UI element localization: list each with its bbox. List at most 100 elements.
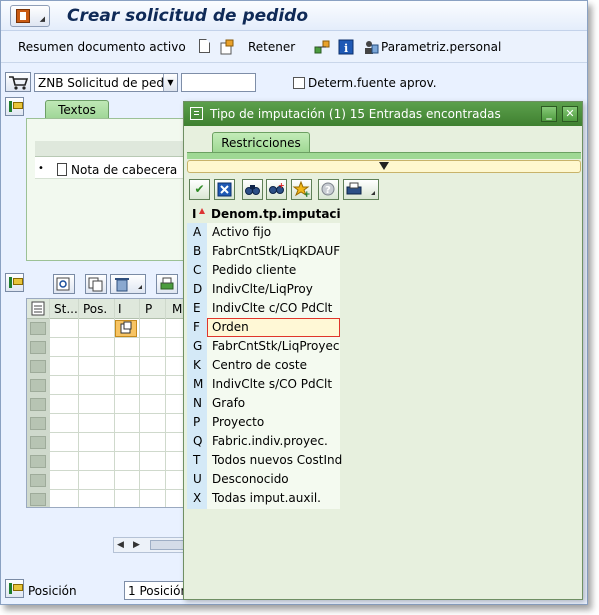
dialog-toolbar: ✔ + + ? (187, 177, 581, 202)
list-item[interactable]: Q Fabric.indiv.proyec. (187, 432, 340, 451)
new-document-icon[interactable] (199, 39, 210, 53)
row-selector[interactable] (30, 341, 46, 354)
personal-settings-button[interactable]: Parametriz.personal (381, 40, 501, 54)
list-item-name: Grafo (212, 396, 246, 410)
column-position[interactable]: Pos. (83, 302, 107, 316)
column-status[interactable]: St... (54, 302, 78, 316)
determine-source-checkbox[interactable] (293, 77, 305, 89)
row-selector[interactable] (30, 493, 46, 506)
document-number-input[interactable] (181, 73, 256, 92)
position-select[interactable]: 1 Posición (124, 581, 188, 600)
list-item-name: FabrCntStk/LiqKDAUF (212, 244, 341, 258)
position-area: Posición 1 Posición (1, 576, 188, 604)
list-item[interactable]: D IndivClte/LiqProy (187, 280, 340, 299)
scroll-right-icon[interactable]: ▶ (133, 540, 140, 550)
list-item[interactable]: B FabrCntStk/LiqKDAUF (187, 242, 340, 261)
info-icon[interactable]: i (338, 39, 354, 55)
list-item-key: X (193, 491, 202, 505)
list-item-key: Q (193, 434, 203, 448)
find-next-icon[interactable]: + (266, 179, 287, 200)
horizontal-scrollbar[interactable]: ◀ ▶ (113, 537, 188, 553)
row-selector[interactable] (30, 455, 46, 468)
dialog-menu-icon[interactable] (190, 107, 203, 120)
cancel-icon[interactable] (214, 179, 235, 200)
list-item-key: A (193, 225, 202, 239)
open-document-icon[interactable] (219, 39, 235, 55)
svg-text:+: + (303, 190, 311, 199)
confirm-check-icon[interactable]: ✔ (189, 179, 210, 200)
delete-item-icon[interactable] (110, 274, 146, 294)
column-key-header[interactable]: I (192, 207, 196, 221)
list-item-name: Activo fijo (212, 225, 272, 239)
column-name-header[interactable]: Denom.tp.imputaci (211, 207, 341, 221)
row-selector[interactable] (30, 398, 46, 411)
list-item[interactable]: E IndivClte c/CO PdClt (187, 299, 340, 318)
list-item-name: IndivClte c/CO PdClt (212, 301, 333, 315)
list-item-name: FabrCntStk/LiqProyec (212, 339, 340, 353)
list-item[interactable]: U Desconocido (187, 470, 340, 489)
org-structure-icon[interactable] (314, 39, 330, 55)
expand-header-icon[interactable] (5, 97, 24, 116)
tab-restricciones[interactable]: Restricciones (212, 132, 310, 152)
add-favorite-icon[interactable]: + (291, 179, 312, 200)
list-item[interactable]: F Orden (187, 318, 340, 337)
details-icon[interactable] (53, 274, 75, 294)
list-item-key: P (193, 415, 201, 429)
help-icon[interactable]: ? (318, 179, 339, 200)
minimize-icon[interactable]: _ (541, 106, 557, 122)
list-item[interactable]: N Grafo (187, 394, 340, 413)
svg-text:+: + (278, 181, 285, 190)
list-item[interactable]: K Centro de coste (187, 356, 340, 375)
list-item-key: D (193, 282, 203, 296)
list-item-key: U (193, 472, 202, 486)
chevron-down-icon[interactable]: ▼ (163, 74, 177, 91)
list-item[interactable]: X Todas imput.auxil. (187, 489, 340, 508)
account-assignment-cell-active[interactable] (115, 320, 137, 337)
cart-icon[interactable] (5, 72, 31, 92)
row-selector[interactable] (30, 379, 46, 392)
document-type-select[interactable]: ZNB Solicitud de pedi... ▼ (34, 73, 178, 92)
list-item[interactable]: G FabrCntStk/LiqProyec (187, 337, 340, 356)
triangle-down-icon[interactable] (379, 162, 389, 170)
header-note-label[interactable]: Nota de cabecera (71, 163, 177, 177)
dialog-title-bar: Tipo de imputación (1) 15 Entradas encon… (184, 102, 582, 126)
row-selector[interactable] (30, 474, 46, 487)
page-title: Crear solicitud de pedido (67, 6, 308, 26)
find-binoculars-icon[interactable] (242, 179, 263, 200)
column-item-category[interactable]: P (145, 302, 152, 316)
list-item[interactable]: M IndivClte s/CO PdClt (187, 375, 340, 394)
summary-active-document-button[interactable]: Resumen documento activo (18, 40, 186, 54)
items-grid[interactable]: St... Pos. I P Ma (26, 298, 188, 508)
list-item[interactable]: T Todos nuevos CostInd (187, 451, 342, 470)
list-item-key: F (193, 320, 200, 334)
list-item-name: IndivClte s/CO PdClt (212, 377, 333, 391)
print-list-icon[interactable] (343, 179, 379, 200)
scroll-thumb[interactable] (150, 540, 186, 550)
hold-button[interactable]: Retener (248, 40, 295, 54)
print-item-icon[interactable] (156, 274, 178, 294)
list-item[interactable]: A Activo fijo (187, 223, 340, 242)
tab-textos[interactable]: Textos (45, 100, 109, 119)
collapse-restrictions-bar[interactable] (187, 160, 581, 173)
copy-item-icon[interactable] (85, 274, 107, 294)
close-icon[interactable]: ✕ (562, 106, 578, 122)
values-list: I Denom.tp.imputaci A Activo fijo B FabrCnt… (187, 203, 581, 599)
scroll-left-icon[interactable]: ◀ (117, 540, 124, 550)
row-selector[interactable] (30, 322, 46, 335)
list-item-key: N (193, 396, 202, 410)
personal-settings-icon[interactable] (363, 39, 379, 55)
list-item-key: E (193, 301, 201, 315)
list-item-name: Centro de coste (212, 358, 307, 372)
row-selector[interactable] (30, 360, 46, 373)
list-item[interactable]: P Proyecto (187, 413, 340, 432)
row-selector[interactable] (30, 417, 46, 430)
column-account-assignment[interactable]: I (118, 302, 122, 316)
list-item-name: IndivClte/LiqProy (212, 282, 313, 296)
column-settings-icon[interactable] (31, 301, 45, 316)
row-selector[interactable] (30, 436, 46, 449)
list-item-key: M (193, 377, 204, 391)
list-item[interactable]: C Pedido cliente (187, 261, 340, 280)
transaction-menu-icon[interactable]: ◢ (10, 5, 50, 27)
list-item-name: Pedido cliente (212, 263, 297, 277)
dialog-title: Tipo de imputación (1) 15 Entradas encon… (210, 107, 501, 121)
